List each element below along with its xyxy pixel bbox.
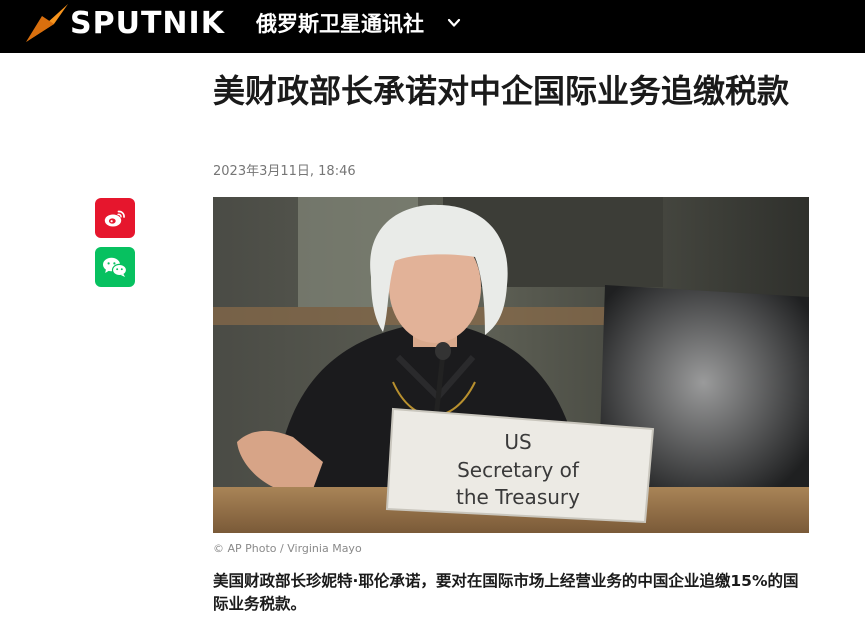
sputnik-logo-icon[interactable] [24, 2, 72, 44]
article-photo: US Secretary of the Treasury [213, 197, 809, 533]
top-navigation-bar: SPUTNIK 俄罗斯卫星通讯社 [0, 0, 865, 53]
weibo-icon [104, 210, 125, 227]
site-name-link[interactable]: 俄罗斯卫星通讯社 [256, 11, 424, 37]
article-lead: 美国财政部长珍妮特·耶伦承诺，要对在国际市场上经营业务的中国企业追缴15%的国际… [213, 572, 799, 613]
wechat-share-button[interactable] [95, 247, 135, 287]
nameplate-line-1: US [504, 430, 531, 454]
brand-wordmark[interactable]: SPUTNIK [70, 5, 225, 43]
publish-date: 2023年3月11日, 18:46 [213, 164, 356, 179]
nameplate-line-3: the Treasury [456, 485, 580, 509]
chevron-down-icon[interactable] [446, 15, 462, 31]
photo-credit: © AP Photo / Virginia Mayo [213, 542, 362, 555]
nameplate-line-2: Secretary of [457, 458, 580, 482]
wechat-icon [103, 257, 128, 277]
weibo-share-button[interactable] [95, 198, 135, 238]
article-title: 美财政部长承诺对中企国际业务追缴税款 [213, 72, 790, 110]
article-photo-image: US Secretary of the Treasury [213, 197, 809, 533]
